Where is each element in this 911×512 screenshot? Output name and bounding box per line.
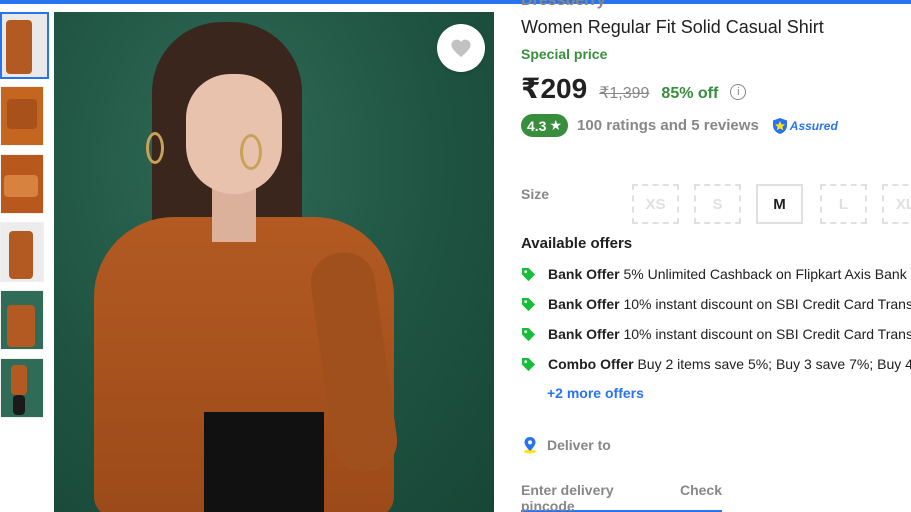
deliver-to-row: Deliver to: [521, 436, 611, 454]
image-face: [186, 74, 282, 194]
image-skirt: [204, 412, 324, 512]
size-option-s[interactable]: S: [694, 184, 741, 224]
offer-text: 10% instant discount on SBI Credit Card …: [623, 296, 911, 312]
thumbnail-2[interactable]: [0, 86, 44, 146]
rating-score: 4.3: [527, 117, 547, 134]
thumbnail-3[interactable]: [0, 154, 44, 214]
star-icon: ★: [549, 117, 563, 133]
product-title: Women Regular Fit Solid Casual Shirt: [521, 17, 824, 37]
offer-kind: Bank Offer: [548, 296, 620, 312]
assured-badge: Assured: [772, 117, 838, 135]
image-earring-right: [240, 134, 262, 170]
price-row: ₹209 ₹1,399 85% off i: [521, 72, 747, 105]
shield-icon: [772, 117, 787, 134]
wishlist-button[interactable]: [437, 24, 485, 72]
more-offers-link[interactable]: +2 more offers: [547, 385, 644, 401]
pincode-field[interactable]: Enter delivery pincode Check: [521, 482, 722, 512]
offer-kind: Combo Offer: [548, 356, 634, 372]
offer-text: Buy 2 items save 5%; Buy 3 save 7%; Buy …: [637, 356, 911, 372]
thumbnail-6[interactable]: [0, 358, 44, 418]
tag-icon: [521, 327, 536, 341]
ratings-summary[interactable]: 100 ratings and 5 reviews: [577, 117, 759, 134]
size-option-xl[interactable]: XL: [882, 184, 911, 224]
size-label: Size: [521, 186, 550, 202]
tag-icon: [521, 297, 536, 311]
discount-percent: 85% off: [661, 85, 719, 102]
rating-row: 4.3 ★ 100 ratings and 5 reviews Assured: [521, 114, 838, 137]
offer-text: 10% instant discount on SBI Credit Card …: [623, 326, 911, 342]
thumbnail-1[interactable]: [0, 12, 49, 79]
top-accent-strip: [0, 0, 911, 4]
thumbnail-5[interactable]: [0, 290, 44, 350]
offer-item: Bank Offer 10% instant discount on SBI C…: [521, 296, 911, 312]
brand-name[interactable]: Dressberry: [521, 0, 606, 10]
offer-item: Combo Offer Buy 2 items save 5%; Buy 3 s…: [521, 356, 911, 372]
info-icon[interactable]: i: [730, 83, 747, 100]
assured-label: Assured: [789, 118, 838, 133]
deliver-to-label: Deliver to: [547, 437, 611, 453]
offer-kind: Bank Offer: [548, 266, 620, 282]
check-pincode-button[interactable]: Check: [680, 482, 722, 510]
special-price-label: Special price: [521, 46, 608, 62]
selling-price: ₹209: [521, 73, 588, 104]
size-option-m[interactable]: M: [756, 184, 803, 224]
heart-icon: [451, 39, 471, 58]
thumbnail-4[interactable]: [0, 222, 44, 282]
offers-title: Available offers: [521, 235, 633, 252]
tag-icon: [521, 267, 536, 281]
offer-kind: Bank Offer: [548, 326, 620, 342]
offer-item: Bank Offer 10% instant discount on SBI C…: [521, 326, 911, 342]
location-pin-icon: [524, 437, 536, 454]
tag-icon: [521, 357, 536, 371]
offer-item: Bank Offer 5% Unlimited Cashback on Flip…: [521, 266, 907, 282]
size-option-xs[interactable]: XS: [632, 184, 679, 224]
pincode-input[interactable]: Enter delivery pincode: [521, 482, 664, 512]
size-option-l[interactable]: L: [820, 184, 867, 224]
main-product-image[interactable]: [54, 12, 494, 512]
offer-text: 5% Unlimited Cashback on Flipkart Axis B…: [623, 266, 907, 282]
rating-badge[interactable]: 4.3 ★: [521, 114, 569, 137]
image-earring-left: [146, 132, 164, 164]
mrp-price: ₹1,399: [599, 85, 650, 102]
